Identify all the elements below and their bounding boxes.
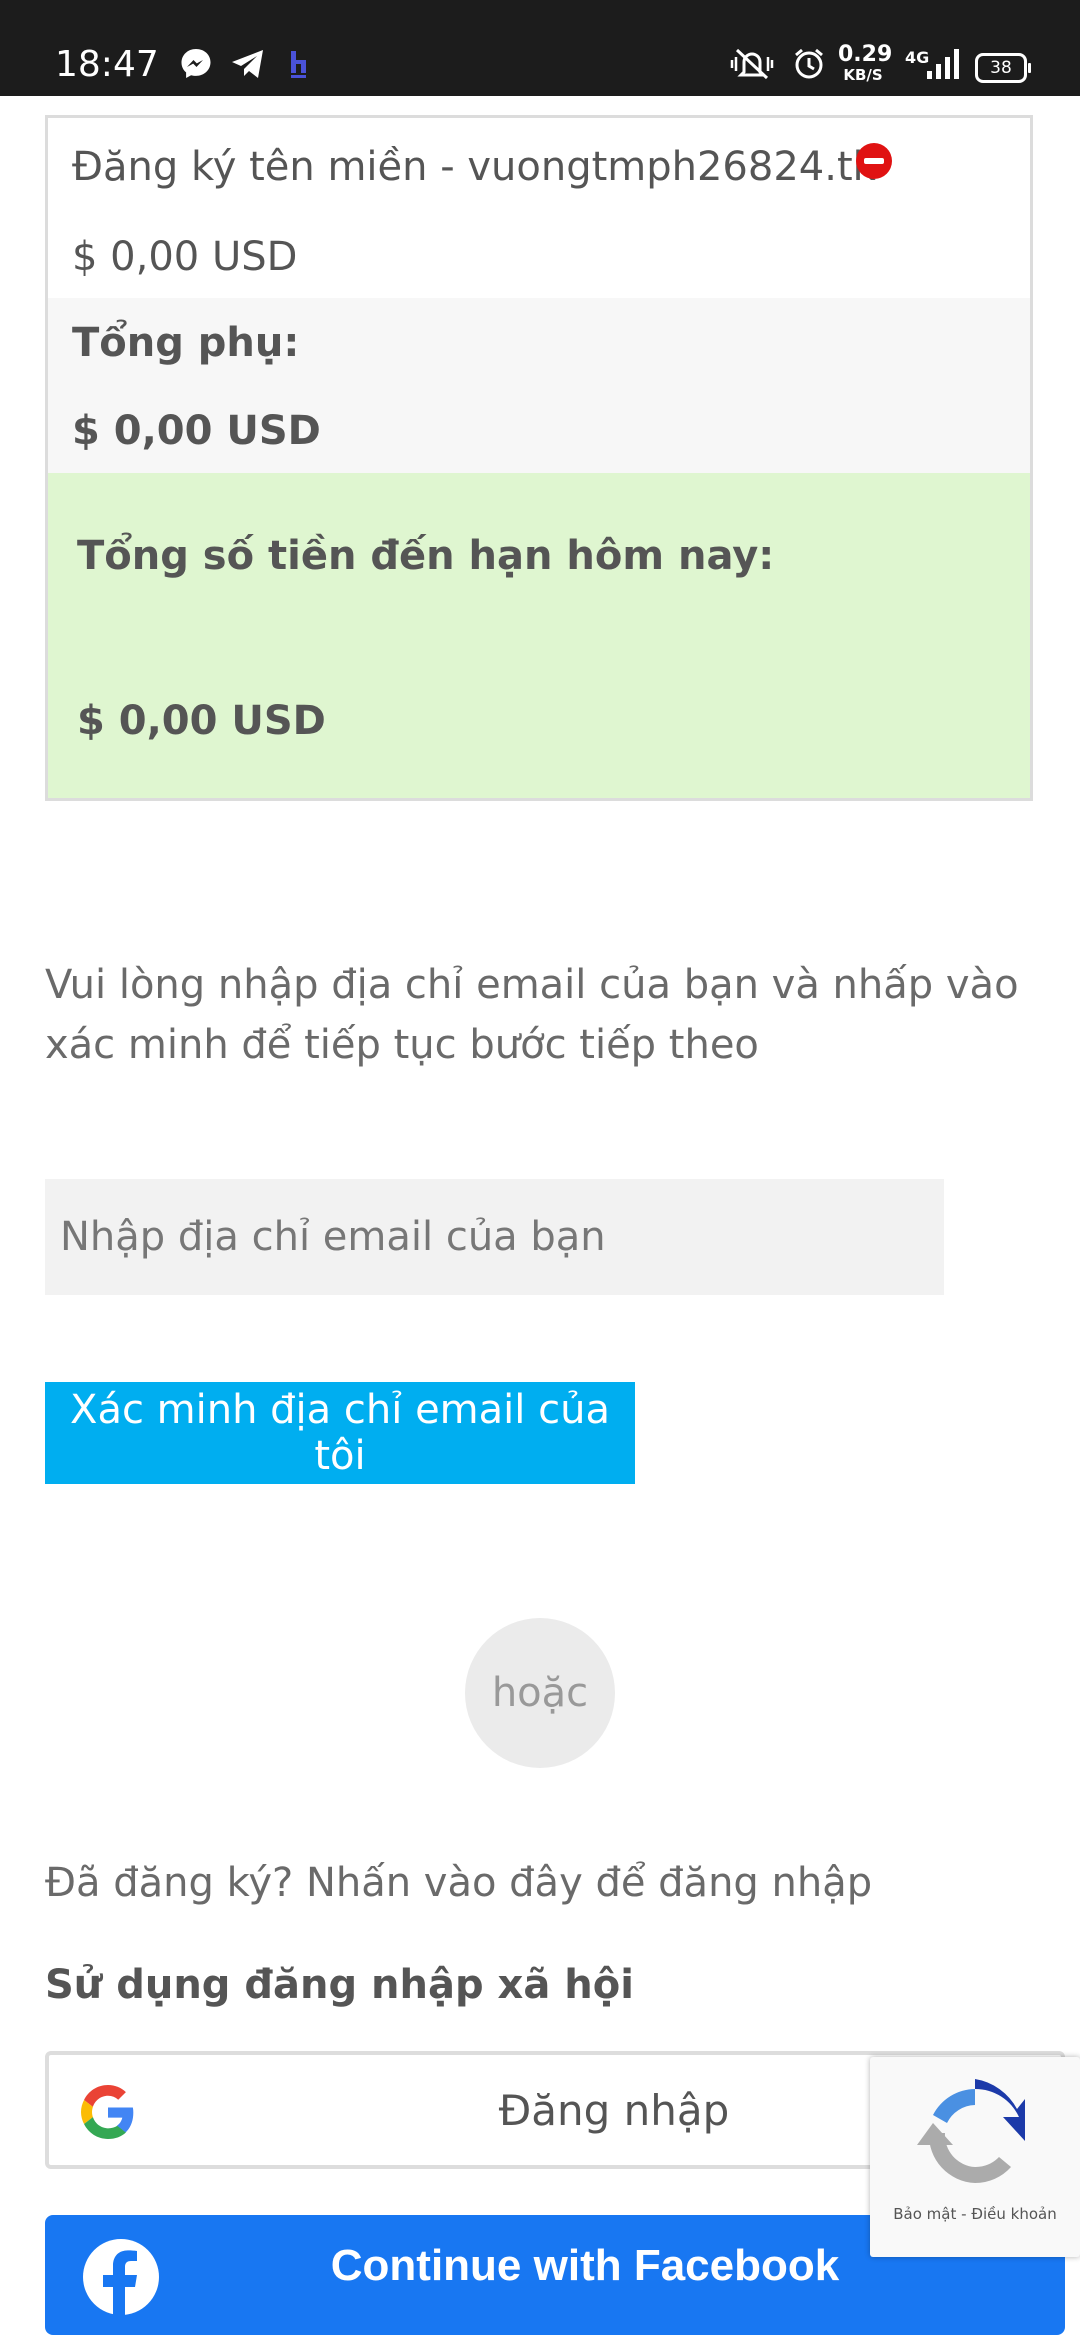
alarm-icon — [790, 44, 828, 84]
telegram-icon — [228, 44, 268, 84]
signal-icon — [920, 44, 962, 84]
app-icon — [286, 44, 312, 84]
recaptcha-links: Bảo mật - Điều khoản — [870, 2205, 1080, 2223]
total-value: $ 0,00 USD — [77, 698, 326, 744]
or-divider: hoặc — [465, 1618, 615, 1768]
speed-value: 0.29 — [838, 42, 893, 67]
remove-icon[interactable] — [856, 143, 892, 179]
email-field[interactable] — [45, 1179, 944, 1295]
verify-email-button[interactable]: Xác minh địa chỉ email của tôi — [45, 1382, 635, 1484]
login-link[interactable]: Đã đăng ký? Nhấn vào đây để đăng nhập — [45, 1860, 872, 1906]
battery-icon: 38 — [975, 53, 1031, 83]
subtotal-value: $ 0,00 USD — [72, 408, 321, 454]
recaptcha-icon — [913, 2075, 1037, 2199]
recaptcha-terms-link[interactable]: Điều khoản — [971, 2205, 1056, 2223]
status-time: 18:47 — [55, 44, 159, 85]
total-row: Tổng số tiền đến hạn hôm nay: $ 0,00 USD — [48, 473, 1030, 798]
speed-unit: KB/S — [843, 66, 883, 84]
recaptcha-badge[interactable]: Bảo mật - Điều khoản — [870, 2057, 1080, 2257]
domain-row: Đăng ký tên miền - vuongtmph26824.tk $ 0… — [48, 118, 1030, 298]
network-speed: 0.29 KB/S — [838, 42, 893, 84]
subtotal-label: Tổng phụ: — [72, 320, 300, 366]
domain-item-label: Đăng ký tên miền - vuongtmph26824.tk — [72, 144, 876, 190]
email-instruction: Vui lòng nhập địa chỉ email của bạn và n… — [45, 962, 1019, 1068]
subtotal-row: Tổng phụ: $ 0,00 USD — [48, 298, 1030, 473]
total-label: Tổng số tiền đến hạn hôm nay: — [77, 533, 775, 579]
recaptcha-separator: - — [961, 2205, 967, 2223]
recaptcha-privacy-link[interactable]: Bảo mật — [893, 2205, 956, 2223]
social-login-heading: Sử dụng đăng nhập xã hội — [45, 1962, 634, 2008]
status-bar: 18:47 0.29 KB/S 4G 38 — [0, 0, 1080, 96]
domain-price: $ 0,00 USD — [72, 234, 298, 280]
order-summary: Đăng ký tên miền - vuongtmph26824.tk $ 0… — [45, 115, 1033, 801]
mute-icon — [728, 44, 776, 84]
messenger-icon — [176, 44, 216, 84]
